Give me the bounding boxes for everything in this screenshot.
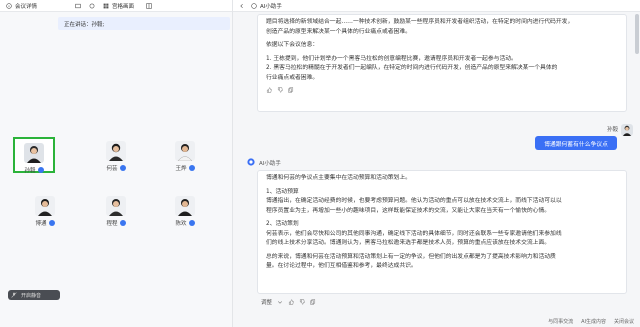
- thumbs-up-icon[interactable]: [266, 87, 272, 93]
- avatar: [175, 141, 195, 161]
- participant-name: 孙毅: [24, 168, 36, 174]
- meeting-toolbar: 会议详情 宫格画面: [0, 0, 232, 12]
- tab-gallery-label: 宫格画面: [112, 3, 135, 10]
- answer-card: 博通和何芸的争议点主要集中在活动预算和活动策划上。 1、活动预算 博通指出，在确…: [257, 170, 627, 294]
- answer-heading: 1、活动预算: [266, 188, 299, 195]
- tab-gallery-view[interactable]: 宫格画面: [103, 2, 134, 10]
- tune-button[interactable]: 调整: [261, 298, 272, 306]
- summary-card: 题目将选择的新领域结合一起……一种技术创新，鼓励某一些程序员和开发者组织活动，在…: [257, 14, 627, 112]
- thumbs-down-icon[interactable]: [277, 87, 283, 93]
- summary-line: 2. 黑客马拉松的精髓在于开发者们一起编队，在特定的时间内进行代码开发，创造产品…: [266, 65, 558, 71]
- message-actions: [266, 87, 618, 93]
- participant-name: 陈欢: [175, 221, 187, 227]
- layout-button[interactable]: [146, 2, 152, 9]
- answer-line: 量。在讨论过程中，他们互相借鉴和参考，最终达成共识。: [266, 263, 417, 269]
- microphone-icon: [188, 165, 195, 171]
- avatar: [106, 141, 126, 161]
- ai-toolbar: AI小助手: [233, 0, 640, 12]
- answer-heading: 2、活动策划: [266, 221, 299, 227]
- avatar: [35, 196, 55, 216]
- ai-assistant-panel: AI小助手 题目将选择的新领域结合一起……一种技术创新，鼓励某一些程序员和开发者…: [232, 0, 640, 327]
- microphone-off-icon: [11, 292, 17, 298]
- participant-tile-5[interactable]: 程程: [95, 196, 137, 227]
- participant-name: 王烨: [175, 166, 187, 172]
- participant-tile-2[interactable]: 何芸: [95, 141, 137, 172]
- summary-line: 行业痛点或者困难。: [266, 74, 319, 81]
- participant-name: 博通: [35, 221, 47, 227]
- bottom-action-a[interactable]: 与同事交流: [548, 318, 573, 327]
- summary-line: 1. 王栋提到，他们计划举办一个黑客马拉松的创意编程比赛，邀请程序员和开发者一起…: [266, 55, 517, 62]
- mute-toggle[interactable]: 开启静音: [8, 290, 60, 300]
- ai-panel-title: AI小助手: [260, 3, 282, 10]
- copy-icon[interactable]: [288, 87, 294, 93]
- avatar: [24, 143, 44, 163]
- user-question-text: 博通跟何蓄有什么争议点: [544, 141, 608, 148]
- participant-tile-3[interactable]: 王烨: [164, 141, 206, 172]
- answer-line: 博通指出，在确定活动经费的时候，也要考虑预算问题。他认为活动的重点可以放在技术交…: [266, 198, 562, 204]
- user-question-bubble: 博通跟何蓄有什么争议点: [535, 136, 617, 150]
- summary-line: 创造产品的原型来解决某一个具体的行业痛点或者困难。: [266, 28, 411, 35]
- thumbs-up-icon[interactable]: [288, 299, 294, 305]
- participant-name: 程程: [106, 221, 118, 227]
- answer-line: 总的来说，博通和何芸在活动预算和活动策划上有一定的争议，但他们的出发点都是为了提…: [266, 253, 556, 260]
- chevron-left-icon[interactable]: [239, 3, 245, 9]
- copy-icon[interactable]: [310, 299, 316, 305]
- participant-tile-1[interactable]: 孙毅: [13, 137, 55, 174]
- answer-line: 们的线上技术分享活动。博通则认为，黑客马拉松邀来选手都是技术人员，预算的重点应该…: [266, 240, 551, 246]
- answer-line: 程序员置业为主，再增加一些小的趣味项目，这样既能保证技术的交流，又能让大家在当天…: [266, 207, 551, 214]
- assistant-icon: [247, 158, 255, 166]
- grid-icon: [103, 3, 109, 8]
- speaking-banner-text: 正在讲话：孙毅;: [64, 21, 105, 28]
- avatar: [175, 196, 195, 216]
- bottom-action-b[interactable]: AI生成内容: [581, 318, 606, 327]
- microphone-icon: [119, 165, 126, 171]
- participant-name: 何芸: [106, 166, 118, 172]
- summary-line: 依据以下会议信息：: [266, 42, 319, 48]
- share-icon: [75, 3, 81, 8]
- microphone-icon: [37, 167, 44, 173]
- meeting-panel: 会议详情 宫格画面 正在讲话：孙毅; 孙毅 何芸 王烨 博通 程程 陈欢 开启静…: [0, 0, 232, 327]
- bottom-toolbar: 与同事交流 AI生成内容 关闭会议: [250, 318, 640, 327]
- participant-tile-6[interactable]: 陈欢: [164, 196, 206, 227]
- ai-icon: [251, 2, 257, 9]
- tab-meeting-details[interactable]: 会议详情: [6, 2, 37, 10]
- mute-label: 开启静音: [21, 292, 42, 299]
- chevron-down-icon[interactable]: [277, 299, 283, 305]
- microphone-icon: [119, 220, 126, 226]
- user-avatar: [621, 124, 633, 136]
- answer-line: 博通和何芸的争议点主要集中在活动预算和活动策划上。: [266, 175, 411, 181]
- speaking-banner: 正在讲话：孙毅;: [58, 17, 230, 30]
- answer-actions: 调整: [261, 298, 316, 306]
- microphone-icon: [188, 220, 195, 226]
- answer-line: 何芸表示，他们会尽快和公司的其他同事沟通，确定线下活动的具体细节，同时还会联系一…: [266, 230, 562, 237]
- bottom-action-c[interactable]: 关闭会议: [614, 318, 634, 327]
- user-name: 孙毅: [607, 127, 619, 133]
- record-icon: [89, 3, 95, 8]
- thumbs-down-icon[interactable]: [299, 299, 305, 305]
- participant-tile-4[interactable]: 博通: [24, 196, 66, 227]
- assistant-name: AI小助手: [259, 161, 281, 167]
- info-icon: [6, 2, 12, 9]
- share-button[interactable]: [75, 3, 81, 9]
- layout-icon: [146, 2, 152, 9]
- microphone-icon: [48, 220, 55, 226]
- tab-meeting-details-label: 会议详情: [15, 3, 38, 10]
- scrollbar[interactable]: [635, 14, 639, 54]
- avatar: [106, 196, 126, 216]
- summary-line: 题目将选择的新领域结合一起……一种技术创新，鼓励某一些程序员和开发者组织活动，在…: [266, 19, 574, 25]
- record-button[interactable]: [89, 3, 95, 9]
